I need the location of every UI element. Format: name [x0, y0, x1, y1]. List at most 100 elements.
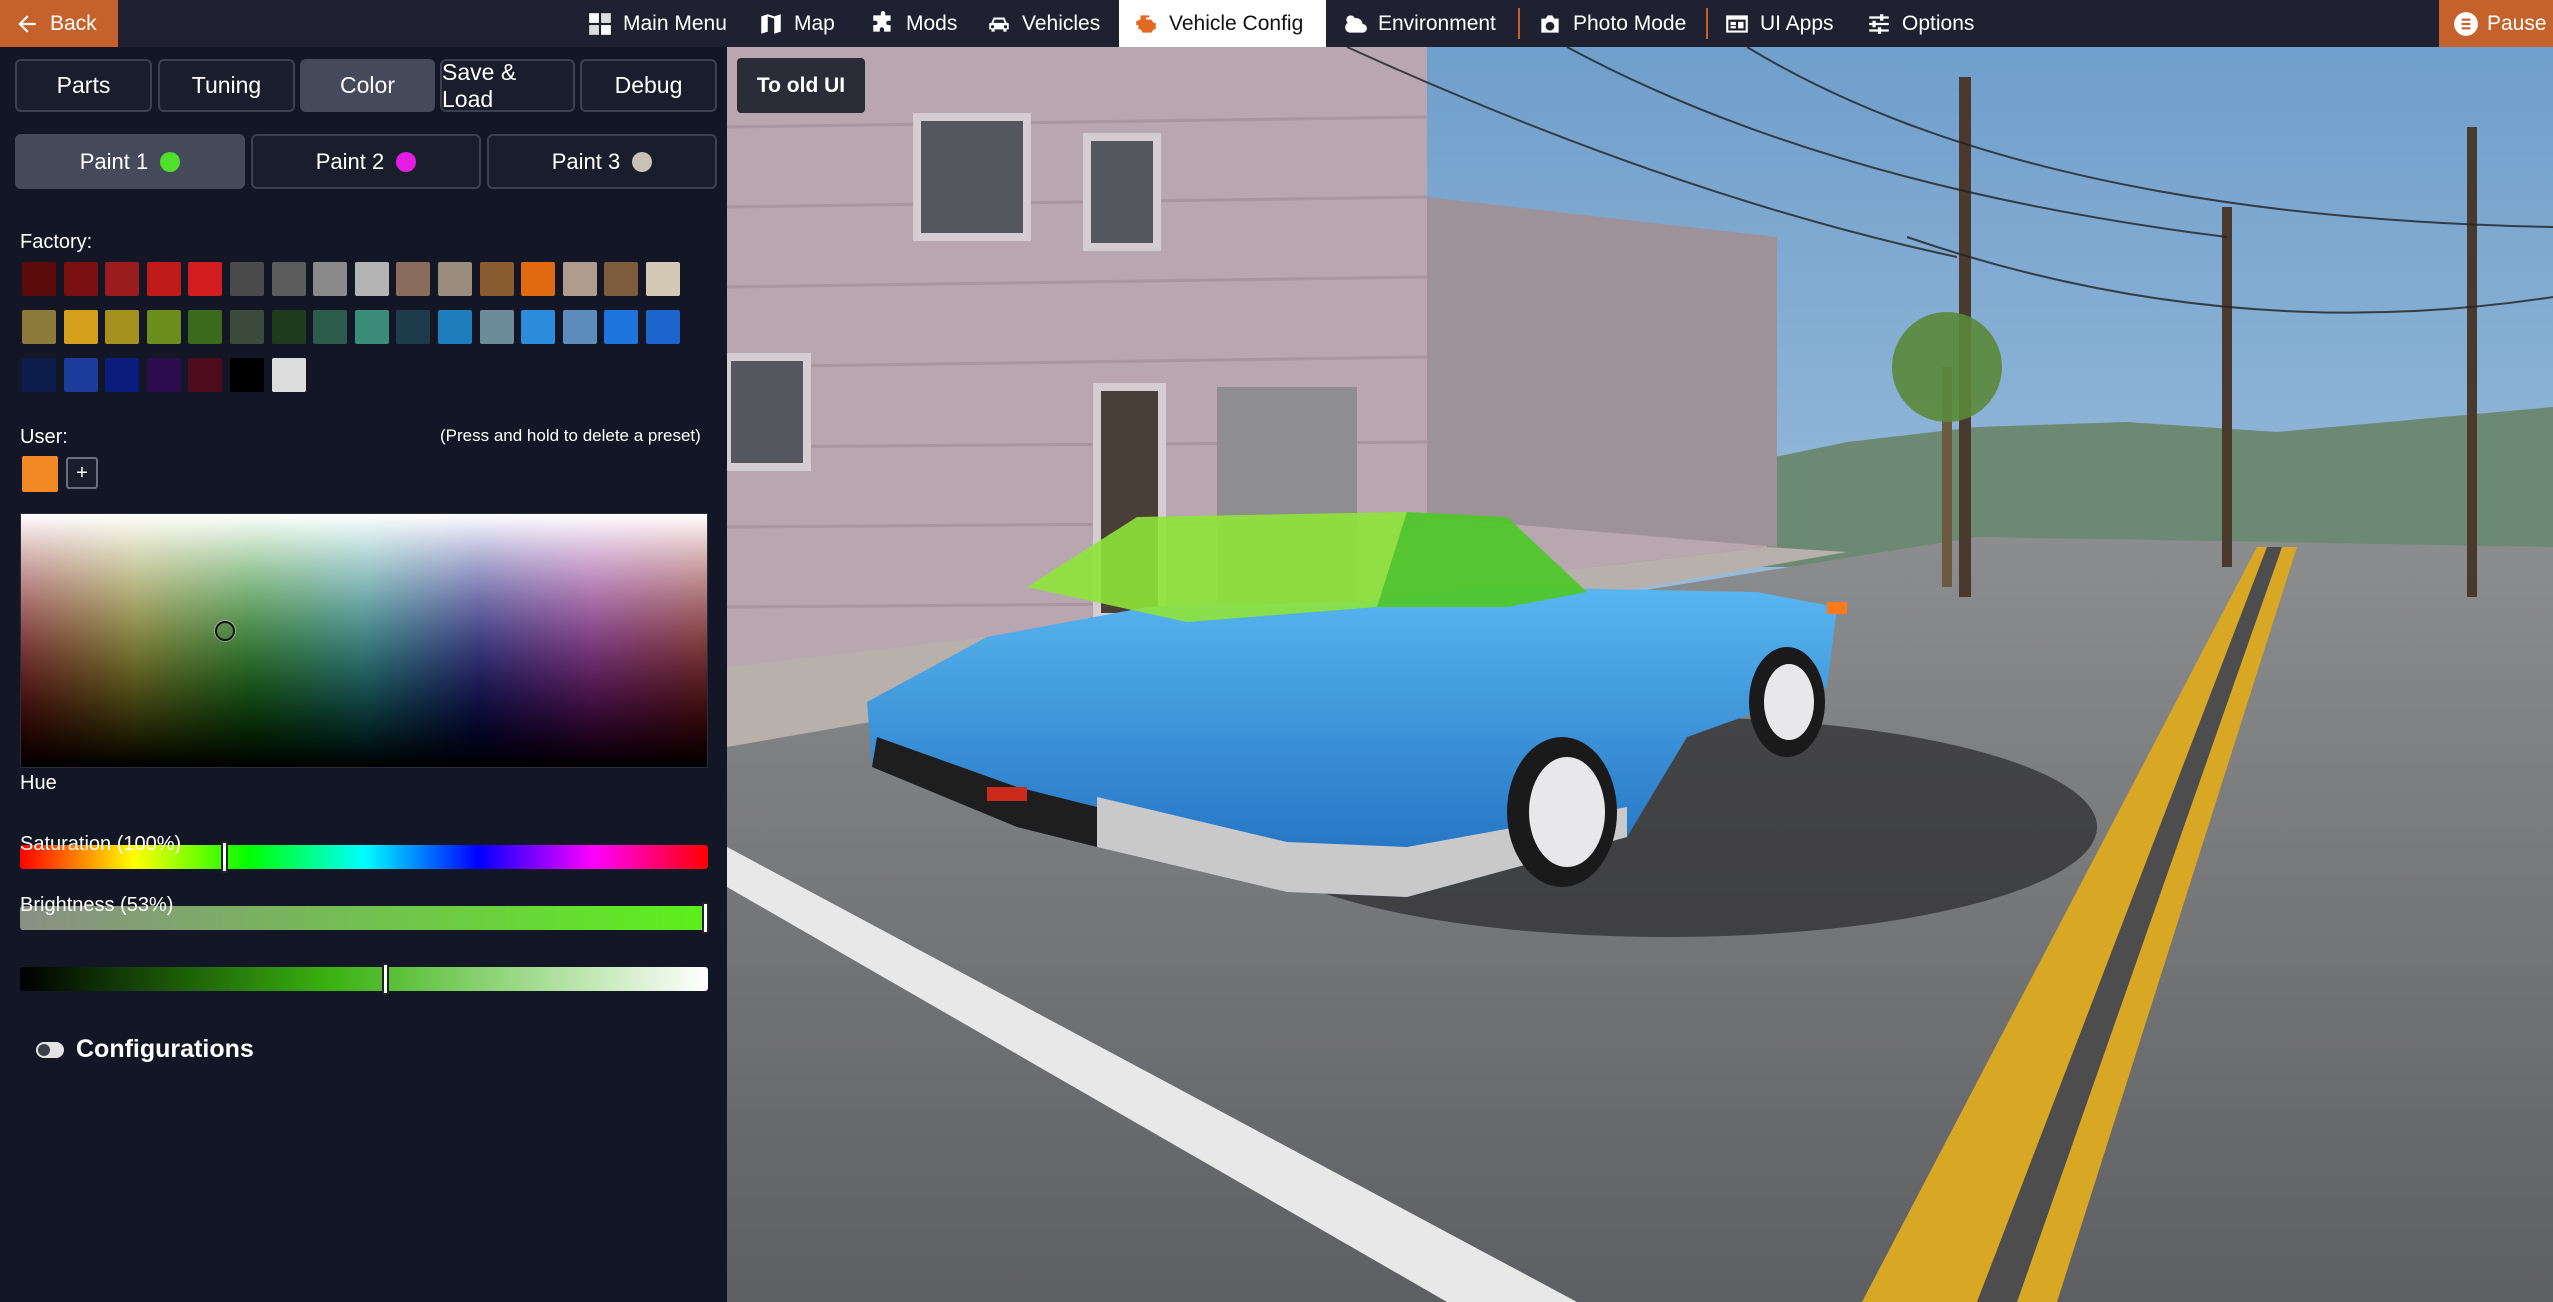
factory-color-swatch[interactable]	[396, 310, 431, 344]
factory-color-swatch[interactable]	[105, 262, 140, 296]
factory-color-swatch[interactable]	[105, 310, 140, 344]
arrow-left-icon	[18, 14, 36, 33]
mods-button[interactable]: Mods	[870, 0, 957, 47]
tab-color[interactable]: Color	[300, 59, 435, 112]
brightness-label: Brightness (53%)	[20, 894, 174, 916]
add-preset-button[interactable]: +	[66, 457, 98, 489]
game-viewport[interactable]	[727, 47, 2553, 1302]
color-field[interactable]	[20, 513, 708, 768]
hue-label: Hue	[20, 772, 57, 794]
environment-label: Environment	[1378, 11, 1496, 35]
factory-color-swatch[interactable]	[396, 262, 431, 296]
separator	[1706, 8, 1708, 39]
map-button[interactable]: Map	[758, 0, 835, 47]
factory-color-swatch[interactable]	[521, 262, 556, 296]
factory-color-swatch[interactable]	[22, 358, 56, 392]
user-color-swatch[interactable]	[22, 456, 58, 492]
factory-color-swatch[interactable]	[438, 310, 472, 344]
factory-color-swatch[interactable]	[313, 262, 348, 296]
saturation-label: Saturation (100%)	[20, 833, 182, 855]
weather-icon	[1345, 14, 1367, 33]
factory-color-swatch[interactable]	[188, 262, 223, 296]
factory-color-swatch[interactable]	[604, 262, 639, 296]
factory-color-swatch[interactable]	[313, 310, 348, 344]
car-icon	[989, 17, 1009, 32]
factory-label: Factory:	[20, 231, 93, 253]
user-label: User:	[20, 426, 68, 448]
factory-color-swatch[interactable]	[230, 262, 264, 296]
vehicle-config-button[interactable]: Vehicle Config	[1119, 0, 1326, 47]
main-menu-button[interactable]: Main Menu	[587, 0, 727, 47]
vehicles-label: Vehicles	[1022, 11, 1101, 35]
pause-label: Pause	[2487, 11, 2547, 35]
factory-color-swatch[interactable]	[271, 262, 306, 296]
paint-3-button[interactable]: Paint 3	[487, 134, 717, 189]
environment-button[interactable]: Environment	[1342, 0, 1496, 47]
map-icon	[761, 13, 781, 34]
factory-color-swatch[interactable]	[521, 310, 556, 344]
tab-tuning[interactable]: Tuning	[158, 59, 295, 112]
factory-color-swatch[interactable]	[188, 310, 223, 344]
factory-color-swatch[interactable]	[188, 358, 223, 392]
factory-color-swatch[interactable]	[562, 310, 597, 344]
paint-2-label: Paint 2	[315, 148, 385, 174]
factory-color-swatch[interactable]	[63, 310, 98, 344]
factory-color-swatch[interactable]	[479, 310, 514, 344]
hue-slider-thumb[interactable]	[221, 841, 229, 873]
tab-parts[interactable]: Parts	[15, 59, 152, 112]
pause-button[interactable]: Pause	[2439, 0, 2553, 47]
factory-color-swatch[interactable]	[354, 310, 389, 344]
vehicles-button[interactable]: Vehicles	[986, 0, 1100, 47]
factory-color-swatch[interactable]	[230, 358, 264, 392]
factory-color-swatch[interactable]	[146, 358, 181, 392]
factory-color-swatch[interactable]	[646, 310, 680, 344]
engine-icon	[1136, 14, 1156, 33]
paint-2-button[interactable]: Paint 2	[251, 134, 481, 189]
paint-1-label: Paint 1	[79, 148, 149, 174]
back-button[interactable]: Back	[0, 0, 118, 47]
factory-color-swatch[interactable]	[146, 310, 181, 344]
color-field-cursor[interactable]	[215, 621, 236, 641]
mods-label: Mods	[906, 11, 958, 35]
paint-2-color-dot	[396, 151, 417, 172]
options-label: Options	[1902, 11, 1975, 35]
saturation-slider-thumb[interactable]	[702, 902, 709, 934]
factory-color-swatch[interactable]	[230, 310, 264, 344]
puzzle-icon	[873, 10, 891, 32]
ui-apps-button[interactable]: UI Apps	[1724, 0, 1834, 47]
to-old-ui-button[interactable]: To old UI	[737, 58, 865, 113]
paint-1-button[interactable]: Paint 1	[15, 134, 245, 189]
factory-color-swatch[interactable]	[479, 262, 514, 296]
factory-color-swatch[interactable]	[604, 310, 639, 344]
factory-color-swatch[interactable]	[438, 262, 472, 296]
paint-1-color-dot	[160, 151, 181, 172]
factory-color-swatch[interactable]	[22, 310, 56, 344]
factory-color-swatch[interactable]	[646, 262, 680, 296]
factory-color-swatch[interactable]	[63, 358, 98, 392]
photo-mode-label: Photo Mode	[1573, 11, 1687, 35]
sliders-icon	[1869, 13, 1889, 34]
factory-color-swatch[interactable]	[354, 262, 389, 296]
brightness-slider[interactable]	[20, 963, 708, 995]
factory-color-swatch[interactable]	[105, 358, 140, 392]
ui-apps-label: UI Apps	[1760, 11, 1834, 35]
separator	[1518, 8, 1520, 39]
configurations-toggle[interactable]	[36, 1042, 64, 1058]
options-button[interactable]: Options	[1866, 0, 1974, 47]
photo-mode-button[interactable]: Photo Mode	[1537, 0, 1686, 47]
paint-3-color-dot	[632, 151, 653, 172]
pause-icon	[2454, 11, 2478, 36]
tab-debug[interactable]: Debug	[580, 59, 717, 112]
factory-color-swatch[interactable]	[22, 262, 56, 296]
factory-color-swatch[interactable]	[63, 262, 98, 296]
factory-color-swatch[interactable]	[271, 310, 306, 344]
factory-color-swatch[interactable]	[562, 262, 597, 296]
factory-color-swatch[interactable]	[271, 358, 306, 392]
tab-save-load[interactable]: Save & Load	[440, 59, 575, 112]
user-hint: (Press and hold to delete a preset)	[440, 426, 701, 445]
ui-apps-icon	[1726, 14, 1748, 33]
factory-color-swatch[interactable]	[146, 262, 181, 296]
camera-icon	[1541, 14, 1559, 33]
brightness-slider-thumb[interactable]	[381, 963, 389, 995]
configurations-label[interactable]: Configurations	[76, 1035, 254, 1064]
